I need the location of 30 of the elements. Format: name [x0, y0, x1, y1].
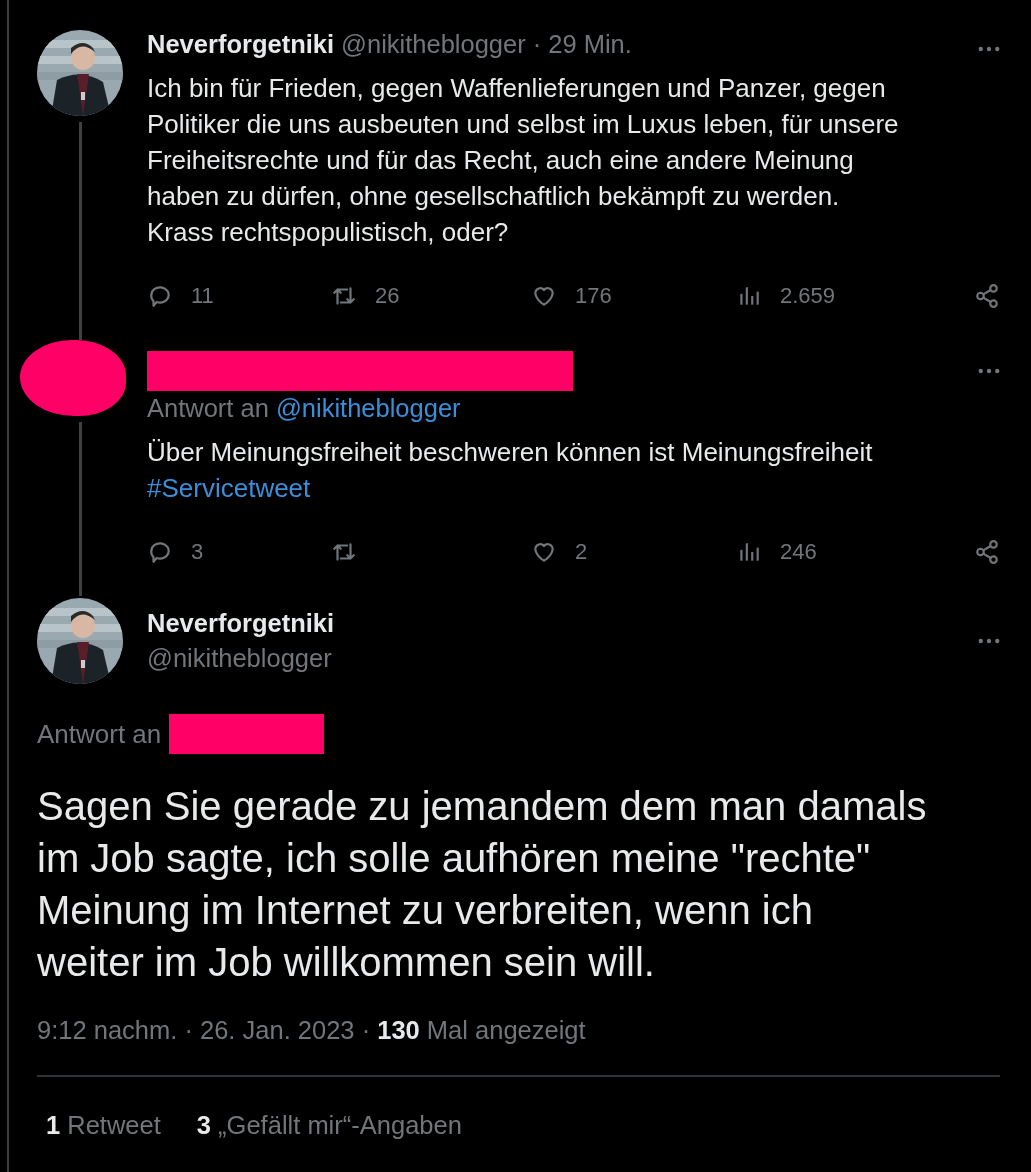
- tweet-text: Ich bin für Frieden, gegen Waffenlieferungen und Panzer, gegen Politiker die uns ausbeuten und selbst im Luxus leben, für unsere Freiheitsrechte und für das Recht, auch eine andere Meinung haben zu dürfen, ohne gesellschaftlich bekämpft zu werden. Krass rechtspopulistisch, oder?: [147, 73, 899, 247]
- timestamp[interactable]: 29 Min.: [548, 30, 632, 59]
- display-name[interactable]: Neverforgetniki: [147, 609, 335, 638]
- more-icon[interactable]: [978, 368, 1000, 374]
- separator-dot: ·: [532, 30, 542, 59]
- tweet-details: 9:12 nachm. · 26. Jan. 2023 · 130 Mal angezeigt: [37, 1016, 587, 1045]
- engagement-stat[interactable]: 1 Retweet: [46, 1111, 161, 1140]
- username[interactable]: @nikitheblogger: [341, 30, 526, 59]
- reply-icon[interactable]: [147, 539, 173, 565]
- username[interactable]: @nikitheblogger: [147, 644, 335, 673]
- retweet-count: 26: [375, 283, 400, 309]
- hashtag-link[interactable]: #Servicetweet: [147, 473, 311, 503]
- share-icon[interactable]: [974, 539, 1000, 565]
- reply-label: Antwort an: [37, 718, 162, 750]
- tweet-text: Über Meinungsfreiheit beschweren können ist Meinungsfreiheit: [147, 437, 873, 467]
- like-count: 176: [575, 283, 612, 309]
- reply-count: 3: [191, 539, 204, 565]
- reply-icon[interactable]: [147, 283, 173, 309]
- display-name[interactable]: Neverforgetniki: [147, 30, 335, 59]
- reply-count: 11: [191, 283, 214, 309]
- more-icon[interactable]: [978, 638, 1000, 644]
- view-count: 2.659: [780, 283, 836, 309]
- mention-link[interactable]: @nikitheblogger: [275, 394, 461, 423]
- share-icon[interactable]: [974, 283, 1000, 309]
- engagement-stat[interactable]: 3 „Gefällt mir“-Angaben: [196, 1111, 462, 1140]
- more-icon[interactable]: [978, 46, 1000, 52]
- like-count: 2: [575, 539, 588, 565]
- tweet-text: Sagen Sie gerade zu jemandem dem man damals im Job sagte, ich solle aufhören meine "rechte" Meinung im Internet zu verbreiten, wenn ich weiter im Job willkommen sein will.: [37, 783, 928, 986]
- reply-label: Antwort an: [147, 394, 269, 423]
- view-count: 246: [780, 539, 817, 565]
